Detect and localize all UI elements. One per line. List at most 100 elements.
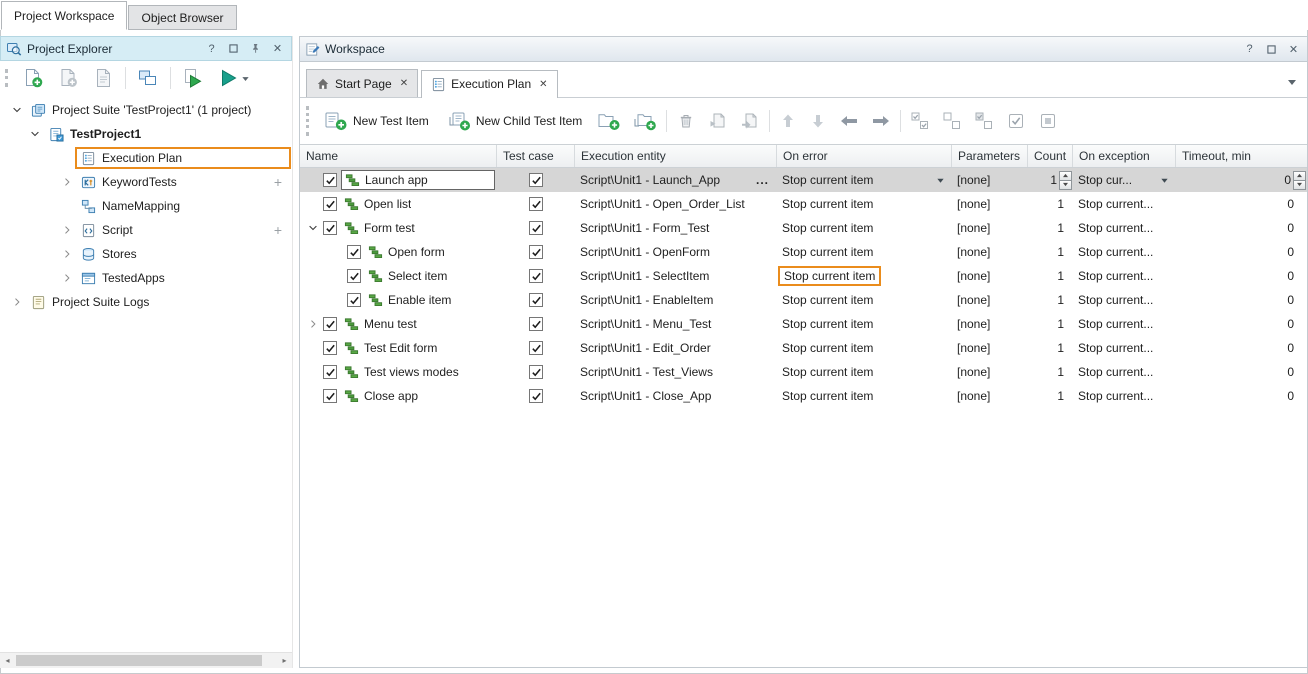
dropdown-arrow-icon[interactable] <box>1157 176 1171 185</box>
test-item-row-menu-test[interactable]: Menu testScript\Unit1 - Menu_TestStop cu… <box>300 312 1307 336</box>
test-item-checkbox[interactable] <box>323 389 337 403</box>
test-item-row-open-form[interactable]: Open formScript\Unit1 - OpenFormStop cur… <box>300 240 1307 264</box>
new-child-test-item-button[interactable]: New Child Test Item <box>441 107 588 135</box>
close-tab-icon[interactable]: ✕ <box>400 78 408 89</box>
column-header-execution-entity[interactable]: Execution entity <box>575 145 777 167</box>
tree-item-project-suite-testproject1-1-project[interactable]: Project Suite 'TestProject1' (1 project) <box>0 98 292 122</box>
run-project-button[interactable] <box>180 65 206 91</box>
expander-closed-icon[interactable] <box>58 270 75 287</box>
expander-open-icon[interactable] <box>304 220 321 237</box>
expander-closed-icon[interactable] <box>58 174 75 191</box>
test-case-checkbox[interactable] <box>529 269 543 283</box>
float-window-icon[interactable] <box>1263 41 1280 58</box>
test-item-row-open-list[interactable]: Open listScript\Unit1 - Open_Order_ListS… <box>300 192 1307 216</box>
help-icon[interactable]: ? <box>203 40 220 57</box>
doc-tab-execution-plan[interactable]: Execution Plan✕ <box>421 70 557 98</box>
spin-down-button[interactable] <box>1293 180 1306 190</box>
tree-item-script[interactable]: Script+ <box>0 218 292 242</box>
pin-icon[interactable] <box>247 40 264 57</box>
tree-item-execution-plan[interactable]: Execution Plan <box>0 146 292 170</box>
top-tab-project-workspace[interactable]: Project Workspace <box>1 1 127 30</box>
timeout-spinner[interactable] <box>1293 171 1306 190</box>
top-tab-object-browser[interactable]: Object Browser <box>128 5 236 30</box>
test-item-row-form-test[interactable]: Form testScript\Unit1 - Form_TestStop cu… <box>300 216 1307 240</box>
test-case-checkbox[interactable] <box>529 389 543 403</box>
test-case-checkbox[interactable] <box>529 341 543 355</box>
spin-down-button[interactable] <box>1059 180 1072 190</box>
test-item-row-test-views-modes[interactable]: Test views modesScript\Unit1 - Test_View… <box>300 360 1307 384</box>
column-header-timeout-min[interactable]: Timeout, min <box>1176 145 1307 167</box>
enable-selected-button[interactable] <box>1003 108 1029 134</box>
help-icon[interactable]: ? <box>1241 41 1258 58</box>
test-case-checkbox[interactable] <box>529 293 543 307</box>
invert-checks-button[interactable] <box>971 108 997 134</box>
test-item-row-enable-item[interactable]: Enable itemScript\Unit1 - EnableItemStop… <box>300 288 1307 312</box>
column-header-on-exception[interactable]: On exception <box>1073 145 1176 167</box>
test-item-checkbox[interactable] <box>323 221 337 235</box>
test-item-checkbox[interactable] <box>347 245 361 259</box>
move-down-button[interactable] <box>806 109 830 133</box>
new-group-button[interactable] <box>594 107 624 135</box>
test-item-checkbox[interactable] <box>347 293 361 307</box>
toolbar-grip[interactable] <box>5 69 9 87</box>
test-case-checkbox[interactable] <box>529 245 543 259</box>
tree-item-stores[interactable]: Stores <box>0 242 292 266</box>
close-icon[interactable]: ✕ <box>1285 41 1302 58</box>
close-tab-icon[interactable]: ✕ <box>539 79 547 90</box>
name-editor[interactable]: Launch app <box>341 170 495 190</box>
add-new-item-button[interactable] <box>20 65 46 91</box>
new-child-group-button[interactable] <box>630 107 660 135</box>
toolbar-grip[interactable] <box>306 106 310 136</box>
run-project-suite-button[interactable] <box>215 65 252 91</box>
new-file-button[interactable] <box>55 65 81 91</box>
scroll-left-icon[interactable]: ◂ <box>0 656 15 665</box>
disable-selected-button[interactable] <box>1035 108 1061 134</box>
column-header-parameters[interactable]: Parameters <box>952 145 1028 167</box>
tree-item-testedapps[interactable]: TestedApps <box>0 266 292 290</box>
add-child-item-button[interactable]: + <box>274 223 282 237</box>
test-item-checkbox[interactable] <box>347 269 361 283</box>
move-item-button[interactable] <box>737 108 763 134</box>
expander-open-icon[interactable] <box>26 126 43 143</box>
float-window-icon[interactable] <box>225 40 242 57</box>
doc-tab-start-page[interactable]: Start Page✕ <box>306 69 418 97</box>
entity-ellipsis-button[interactable]: ... <box>753 173 772 187</box>
test-case-checkbox[interactable] <box>529 221 543 235</box>
expander-closed-icon[interactable] <box>304 316 321 333</box>
test-case-checkbox[interactable] <box>529 365 543 379</box>
tree-item-namemapping[interactable]: NameMapping <box>0 194 292 218</box>
scroll-right-icon[interactable]: ▸ <box>277 656 292 665</box>
dropdown-arrow-icon[interactable] <box>933 176 947 185</box>
add-child-item-button[interactable]: + <box>274 175 282 189</box>
indent-left-button[interactable] <box>836 110 862 132</box>
uncheck-all-button[interactable] <box>939 108 965 134</box>
close-icon[interactable]: ✕ <box>269 40 286 57</box>
run-options-dropdown-icon[interactable] <box>241 74 250 83</box>
expander-closed-icon[interactable] <box>58 246 75 263</box>
test-item-checkbox[interactable] <box>323 197 337 211</box>
column-header-test-case[interactable]: Test case <box>497 145 575 167</box>
check-all-button[interactable] <box>907 108 933 134</box>
count-spinner[interactable] <box>1059 171 1072 190</box>
expander-closed-icon[interactable] <box>58 222 75 239</box>
test-case-checkbox[interactable] <box>529 173 543 187</box>
test-item-row-test-edit-form[interactable]: Test Edit formScript\Unit1 - Edit_OrderS… <box>300 336 1307 360</box>
tree-item-project-suite-logs[interactable]: Project Suite Logs <box>0 290 292 314</box>
column-header-on-error[interactable]: On error <box>777 145 952 167</box>
test-item-checkbox[interactable] <box>323 365 337 379</box>
export-file-button[interactable] <box>90 65 116 91</box>
expander-open-icon[interactable] <box>8 102 25 119</box>
test-case-checkbox[interactable] <box>529 317 543 331</box>
horizontal-scrollbar[interactable]: ◂ ▸ <box>0 652 292 668</box>
expander-closed-icon[interactable] <box>8 294 25 311</box>
panel-views-button[interactable] <box>135 65 161 91</box>
tab-overflow-dropdown-icon[interactable] <box>1287 77 1297 87</box>
column-header-count[interactable]: Count <box>1028 145 1073 167</box>
test-item-checkbox[interactable] <box>323 317 337 331</box>
move-up-button[interactable] <box>776 109 800 133</box>
test-item-row-close-app[interactable]: Close appScript\Unit1 - Close_AppStop cu… <box>300 384 1307 408</box>
copy-item-button[interactable] <box>705 108 731 134</box>
new-test-item-button[interactable]: New Test Item <box>318 107 435 135</box>
column-header-name[interactable]: Name <box>300 145 497 167</box>
test-item-checkbox[interactable] <box>323 341 337 355</box>
